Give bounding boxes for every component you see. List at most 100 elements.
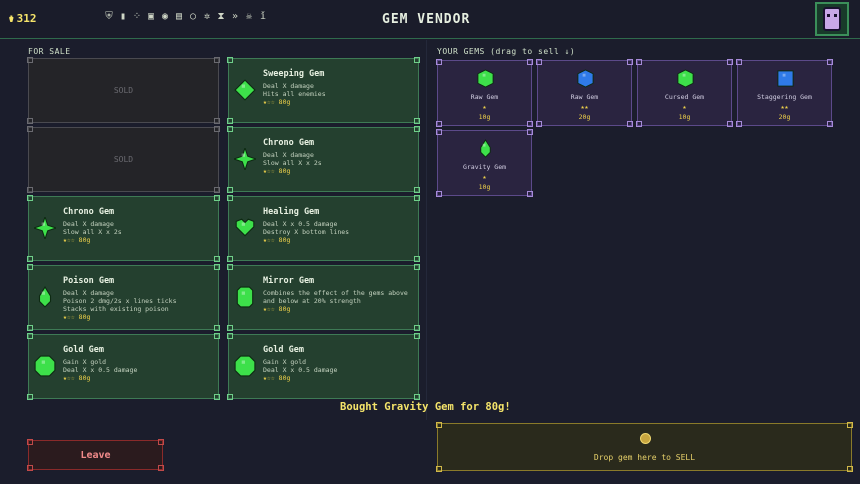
square-gem-icon — [777, 70, 794, 87]
sold-label: SOLD — [113, 155, 134, 164]
gem-rarity-price: ★☆☆ 80g — [263, 305, 290, 313]
gem-description: Deal X damage Hits all enemies — [263, 82, 326, 98]
vendor-face-icon — [823, 7, 841, 31]
gem-icon-wrap — [34, 355, 56, 377]
round-gem-icon — [234, 355, 256, 377]
gem-name: Chrono Gem — [63, 207, 115, 217]
gem-rarity-price: ★☆☆ 80g — [263, 167, 290, 175]
gold-amount: 312 — [16, 12, 37, 25]
gem-stars: ★☆☆ — [63, 236, 75, 244]
owned-gem-stars: ★★ — [780, 103, 789, 111]
shop-card[interactable]: Healing Gem Deal X x 0.5 damage Destroy X… — [227, 195, 420, 262]
gem-name: Healing Gem — [263, 207, 320, 217]
crate-relic-icon[interactable]: ▣ — [146, 11, 156, 23]
gem-name: Mirror Gem — [263, 276, 315, 286]
shield-relic-icon[interactable]: ⛨ — [104, 11, 114, 23]
owned-gem-icon-wrap — [476, 69, 495, 88]
owned-gem[interactable]: Raw Gem ★ 10g — [436, 59, 533, 127]
owned-gem[interactable]: Staggering Gem ★★ 20g — [736, 59, 833, 127]
gem-name: Gold Gem — [263, 345, 304, 355]
drop-gem-icon — [38, 286, 52, 308]
gem-rarity-price: ★☆☆ 80g — [63, 374, 90, 382]
figure-relic-icon[interactable]: ǐ — [258, 11, 268, 23]
camera-relic-icon[interactable]: ▤ — [174, 11, 184, 23]
gem-price: 80g — [278, 305, 291, 313]
coin-icon: ⚱ — [8, 12, 15, 25]
hex-gem-icon — [677, 69, 694, 88]
gem-stars: ★☆☆ — [263, 374, 275, 382]
owned-gem-icon-wrap — [776, 69, 795, 88]
skull-relic-icon[interactable]: ☠ — [244, 11, 254, 23]
owned-gem-price: 10g — [478, 183, 491, 191]
for-sale-grid: SOLD Sweeping Gem Deal X damage Hits all e… — [27, 57, 421, 405]
gem-stars: ★☆☆ — [263, 305, 275, 313]
owned-gem-stars: ★★ — [580, 103, 589, 111]
owned-gem[interactable]: Cursed Gem ★ 10g — [636, 59, 733, 127]
gem-price: 80g — [278, 167, 291, 175]
sold-slot: SOLD — [27, 57, 220, 124]
diamond-gem-icon — [234, 79, 256, 101]
panel-divider — [426, 40, 427, 420]
leave-button[interactable]: Leave — [27, 439, 164, 471]
gem-description: Gain X gold Deal X x 0.5 damage — [263, 358, 338, 374]
gem-rarity-price: ★☆☆ 80g — [263, 98, 290, 106]
gem-icon-wrap — [32, 215, 58, 241]
gem-price: 80g — [278, 236, 291, 244]
mirror-gem-icon — [236, 286, 254, 308]
coin-icon — [640, 433, 651, 444]
round-gem-icon — [34, 355, 56, 377]
gem-name: Gold Gem — [63, 345, 104, 355]
sold-label: SOLD — [113, 86, 134, 95]
owned-gem-icon-wrap — [576, 69, 595, 88]
gem-rarity-price: ★☆☆ 80g — [63, 313, 90, 321]
gem-description: Deal X damage Slow all X x 2s — [63, 220, 122, 236]
gem-name: Sweeping Gem — [263, 69, 325, 79]
gem-price: 80g — [78, 313, 91, 321]
gem-description: Combines the effect of the gems above an… — [263, 289, 408, 305]
hex-gem-icon — [577, 69, 594, 88]
purchase-toast: Bought Gravity Gem for 80g! — [340, 401, 511, 413]
owned-gem-name: Raw Gem — [570, 93, 599, 101]
paw-relic-icon[interactable]: ✲ — [202, 11, 212, 23]
gem-icon-wrap — [34, 286, 56, 308]
shop-card[interactable]: Gold Gem Gain X gold Deal X x 0.5 damage ★… — [27, 333, 220, 400]
gem-name: Chrono Gem — [263, 138, 315, 148]
shop-card[interactable]: Gold Gem Gain X gold Deal X x 0.5 damage ★… — [227, 333, 420, 400]
gem-icon-wrap — [234, 355, 256, 377]
owned-gem-price: 10g — [678, 113, 691, 121]
shop-card[interactable]: Mirror Gem Combines the effect of the gem… — [227, 264, 420, 331]
owned-gem-price: 10g — [478, 113, 491, 121]
gem-description: Gain X gold Deal X x 0.5 damage — [63, 358, 138, 374]
potion-relic-icon[interactable]: ▮ — [118, 11, 128, 23]
shop-card[interactable]: Poison Gem Deal X damage Poison 2 dmg/2s … — [27, 264, 220, 331]
owned-gem[interactable]: Gravity Gem ★ 10g — [436, 129, 533, 197]
gem-icon-wrap — [232, 146, 258, 172]
gem-price: 80g — [278, 98, 291, 106]
ring-relic-icon[interactable]: ○ — [188, 11, 198, 23]
owned-gem-icon-wrap — [476, 139, 495, 158]
dice-relic-icon[interactable]: ⁘ — [132, 11, 142, 23]
leave-label: Leave — [80, 449, 111, 461]
for-sale-label: FOR SALE — [28, 47, 71, 56]
vendor-portrait[interactable] — [815, 2, 849, 36]
gold-counter: ⚱ 312 — [8, 12, 37, 25]
shop-card[interactable]: Sweeping Gem Deal X damage Hits all enemi… — [227, 57, 420, 124]
owned-gem-name: Staggering Gem — [757, 93, 812, 101]
shop-card[interactable]: Chrono Gem Deal X damage Slow all X x 2s ★… — [227, 126, 420, 193]
owned-gem[interactable]: Raw Gem ★★ 20g — [536, 59, 633, 127]
sell-drop-zone[interactable]: Drop gem here to SELL — [436, 422, 853, 472]
gem-icon-wrap — [234, 286, 256, 308]
owned-gem-name: Raw Gem — [470, 93, 499, 101]
gem-rarity-price: ★☆☆ 80g — [263, 374, 290, 382]
gem-description: Deal X damage Slow all X x 2s — [263, 151, 322, 167]
eye-relic-icon[interactable]: ◉ — [160, 11, 170, 23]
shop-card[interactable]: Chrono Gem Deal X damage Slow all X x 2s ★… — [27, 195, 220, 262]
gem-stars: ★☆☆ — [263, 236, 275, 244]
gem-description: Deal X damage Poison 2 dmg/2s x lines ti… — [63, 289, 177, 313]
gem-rarity-price: ★☆☆ 80g — [63, 236, 90, 244]
gem-stars: ★☆☆ — [263, 167, 275, 175]
owned-gem-price: 20g — [578, 113, 591, 121]
fast-forward-relic-icon[interactable]: » — [230, 11, 240, 23]
hourglass-relic-icon[interactable]: ⧗ — [216, 11, 226, 23]
drop-gem-icon — [480, 139, 491, 158]
